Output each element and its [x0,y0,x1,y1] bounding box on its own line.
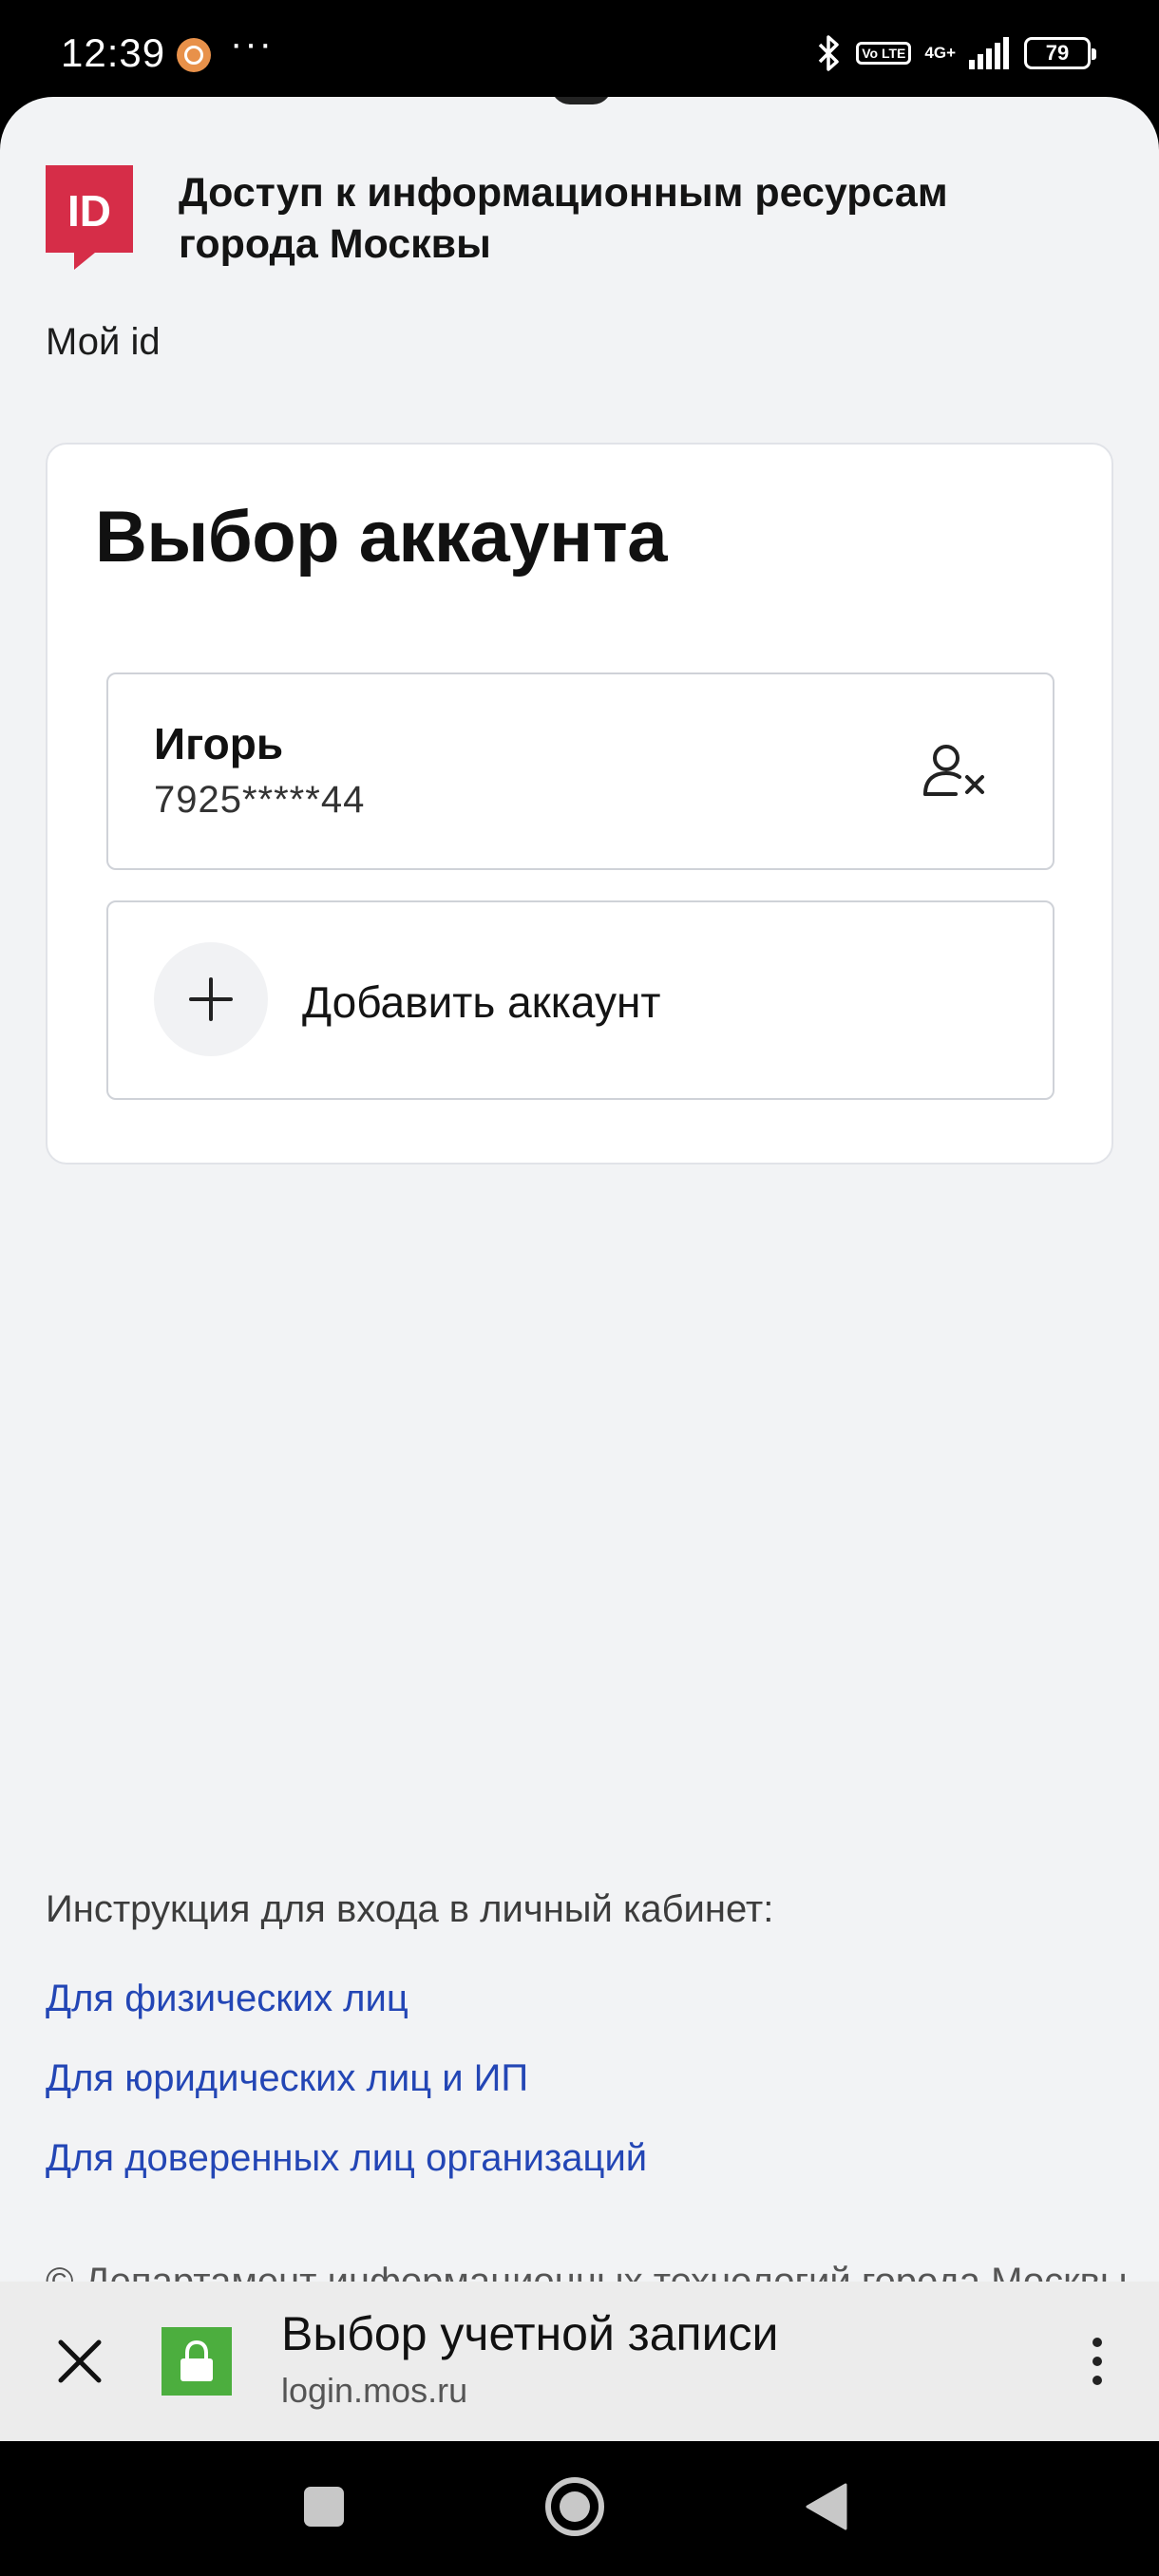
signal-icon [969,37,1011,69]
network-type-icon: 4G+ [924,44,956,62]
bluetooth-icon [814,34,843,72]
more-menu-icon[interactable] [1083,2331,1112,2392]
page-title: Доступ к информационным ресурсам города … [179,170,948,267]
card-title: Выбор аккаунта [95,497,667,578]
add-account-button[interactable]: Добавить аккаунт [106,900,1054,1100]
link-legal-entities[interactable]: Для юридических лиц и ИП [46,2057,528,2100]
link-trusted-persons[interactable]: Для доверенных лиц организаций [46,2137,647,2180]
copyright-text: © Департамент информационных технологий … [46,2261,1128,2283]
back-icon[interactable] [804,2481,849,2532]
battery-icon: 79 [1024,37,1096,69]
close-icon[interactable] [49,2331,110,2392]
volte-icon: Vo LTE [856,42,912,65]
home-icon[interactable] [545,2477,604,2536]
mos-id-logo: ID [46,165,133,270]
status-indicators: Vo LTE 4G+ 79 [814,34,1096,72]
instructions-heading: Инструкция для входа в личный кабинет: [46,1888,774,1930]
remove-account-icon[interactable] [922,741,990,802]
system-nav-bar [0,2441,1159,2576]
account-name: Игорь [154,719,284,768]
status-bar: 12:39 ··· Vo LTE 4G+ 79 [0,0,1159,104]
camera-notch [551,97,612,104]
add-account-label: Добавить аккаунт [302,977,661,1027]
more-notifications-icon: ··· [230,23,274,65]
logo-text: ID [67,186,111,236]
browser-page-title: Выбор учетной записи [281,2307,779,2360]
status-time: 12:39 [61,30,166,75]
recent-apps-icon[interactable] [304,2487,344,2527]
brand-subtitle: Мой id [46,321,161,363]
app-notification-icon [177,38,211,72]
lock-icon[interactable] [162,2327,232,2396]
account-phone: 7925*****44 [154,779,366,821]
browser-url: login.mos.ru [281,2371,468,2410]
account-selection-card: Выбор аккаунта Игорь 7925*****44 Добавит… [46,443,1113,1165]
page-sheet: ID Доступ к информационным ресурсам горо… [0,97,1159,2283]
browser-bar: Выбор учетной записи login.mos.ru [0,2282,1159,2441]
plus-icon [154,942,268,1056]
account-item[interactable]: Игорь 7925*****44 [106,672,1054,870]
link-individuals[interactable]: Для физических лиц [46,1978,408,2020]
